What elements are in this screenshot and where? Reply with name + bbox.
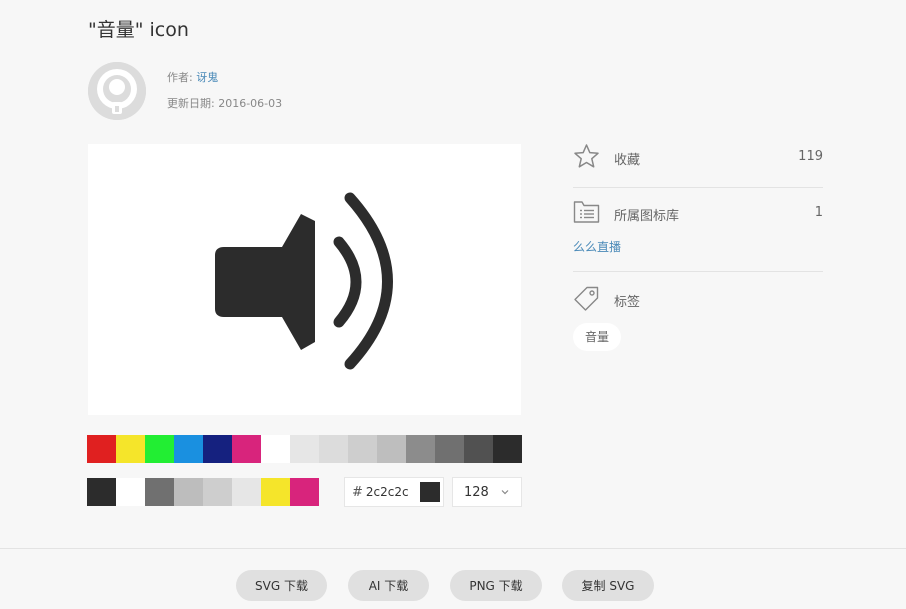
- color-swatch[interactable]: [290, 478, 319, 506]
- hex-color-input[interactable]: [365, 485, 414, 499]
- chevron-down-icon: [501, 490, 509, 495]
- color-swatch[interactable]: [261, 435, 290, 463]
- color-swatch[interactable]: [290, 435, 319, 463]
- folder-list-icon: [573, 201, 600, 223]
- size-value: 128: [464, 484, 489, 500]
- author-link[interactable]: 讶鬼: [196, 71, 218, 84]
- color-swatch[interactable]: [493, 435, 522, 463]
- tags-row: 标签: [573, 285, 823, 315]
- recent-color-palette: [87, 478, 319, 506]
- color-swatch[interactable]: [203, 435, 232, 463]
- png-download-button[interactable]: PNG 下载: [450, 570, 542, 601]
- color-swatch[interactable]: [116, 435, 145, 463]
- library-row: 所属图标库 1: [573, 199, 823, 229]
- author-line: 作者: 讶鬼: [167, 69, 218, 85]
- current-color-swatch: [419, 482, 440, 502]
- hash-label: #: [352, 484, 363, 500]
- color-swatch[interactable]: [87, 478, 116, 506]
- size-select[interactable]: 128: [452, 477, 522, 507]
- tags-label: 标签: [614, 295, 641, 310]
- favorite-row[interactable]: 收藏 119: [573, 143, 823, 173]
- hex-color-field[interactable]: #: [344, 477, 444, 507]
- svg-download-button[interactable]: SVG 下载: [236, 570, 327, 601]
- update-date-label: 更新日期:: [167, 97, 215, 110]
- tag-icon: [574, 286, 599, 311]
- color-swatch[interactable]: [116, 478, 145, 506]
- avatar-icon: [88, 62, 146, 120]
- color-swatch[interactable]: [145, 478, 174, 506]
- sidebar-divider: [573, 187, 823, 188]
- color-swatch[interactable]: [377, 435, 406, 463]
- library-label: 所属图标库: [614, 209, 680, 224]
- update-date-value: 2016-06-03: [218, 97, 283, 110]
- color-swatch[interactable]: [406, 435, 435, 463]
- ai-download-button[interactable]: AI 下载: [348, 570, 429, 601]
- library-count: 1: [814, 205, 823, 220]
- avatar[interactable]: [88, 62, 146, 120]
- color-swatch[interactable]: [348, 435, 377, 463]
- favorite-label: 收藏: [614, 153, 641, 168]
- author-label: 作者:: [167, 71, 193, 84]
- copy-svg-button[interactable]: 复制 SVG: [562, 570, 654, 601]
- volume-icon: [215, 192, 393, 370]
- color-palette: [87, 435, 522, 463]
- tag-chip[interactable]: 音量: [573, 323, 622, 351]
- color-swatch[interactable]: [203, 478, 232, 506]
- color-swatch[interactable]: [174, 435, 203, 463]
- favorite-count: 119: [798, 149, 823, 164]
- color-swatch[interactable]: [232, 435, 261, 463]
- color-swatch[interactable]: [232, 478, 261, 506]
- color-swatch[interactable]: [261, 478, 290, 506]
- update-date-line: 更新日期: 2016-06-03: [167, 95, 282, 111]
- star-icon: [574, 144, 599, 168]
- page-title: "音量" icon: [88, 19, 189, 41]
- footer-divider: [0, 548, 906, 549]
- color-swatch[interactable]: [145, 435, 174, 463]
- color-swatch[interactable]: [435, 435, 464, 463]
- library-link[interactable]: 么么直播: [573, 238, 621, 255]
- color-swatch[interactable]: [464, 435, 493, 463]
- icon-preview: [88, 144, 521, 415]
- sidebar-divider: [573, 271, 823, 272]
- color-swatch[interactable]: [87, 435, 116, 463]
- color-swatch[interactable]: [174, 478, 203, 506]
- color-swatch[interactable]: [319, 435, 348, 463]
